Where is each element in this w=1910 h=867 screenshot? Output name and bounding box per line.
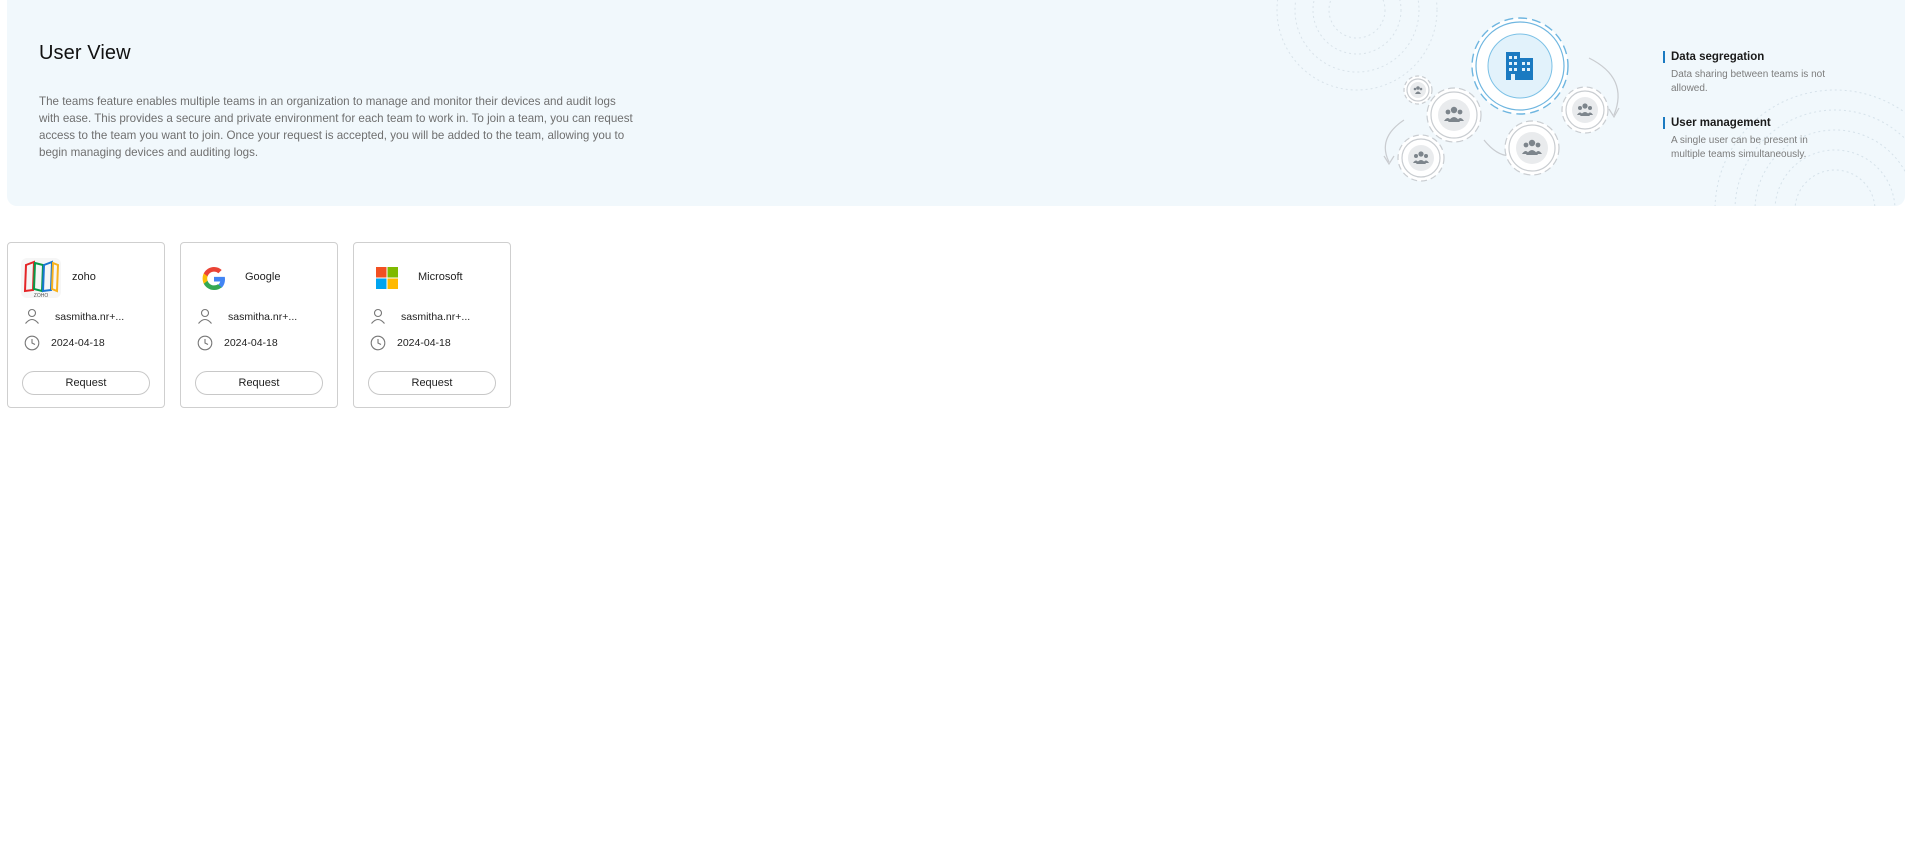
team-created-date: 2024-04-18 [51,337,105,349]
team-created-date: 2024-04-18 [224,337,278,349]
team-cards: ZOHO zoho sasmitha.nr+... 2024-04-18 Req… [7,242,511,408]
team-name: zoho [72,271,96,283]
page-title: User View [39,42,131,64]
request-button[interactable]: Request [195,371,323,395]
team-card-microsoft: Microsoft sasmitha.nr+... 2024-04-18 Req… [353,242,511,408]
google-logo-icon [202,267,225,290]
user-icon [371,308,385,324]
team-name: Google [245,271,281,283]
team-owner: sasmitha.nr+... [55,311,125,323]
feature-title: Data segregation [1671,51,1765,63]
feature-description: A single user can be present in multiple… [1671,135,1808,160]
zoho-logo-icon: ZOHO [21,258,61,298]
clock-icon [24,335,40,351]
request-button[interactable]: Request [22,371,150,395]
microsoft-logo-icon [376,267,398,289]
team-name: Microsoft [418,271,463,283]
teams-info-banner: User View The teams feature enables mult… [7,0,1905,206]
feature-description: Data sharing between teams is not allowe… [1671,69,1825,94]
feature-title: User management [1671,117,1771,129]
clock-icon [197,335,213,351]
user-icon [198,308,212,324]
user-icon [25,308,39,324]
team-owner: sasmitha.nr+... [401,311,471,323]
team-created-date: 2024-04-18 [397,337,451,349]
teams-gears-illustration [1276,0,1620,182]
page-description: The teams feature enables multiple teams… [39,95,633,159]
team-card-google: Google sasmitha.nr+... 2024-04-18 Reques… [180,242,338,408]
feature-data-segregation: Data segregation Data sharing between te… [1663,50,1843,96]
team-card-zoho: ZOHO zoho sasmitha.nr+... 2024-04-18 Req… [7,242,165,408]
feature-user-management: User management A single user can be pre… [1663,116,1843,162]
clock-icon [370,335,386,351]
request-button[interactable]: Request [368,371,496,395]
team-owner: sasmitha.nr+... [228,311,298,323]
svg-text:ZOHO: ZOHO [34,293,49,298]
feature-list: Data segregation Data sharing between te… [1663,50,1843,182]
